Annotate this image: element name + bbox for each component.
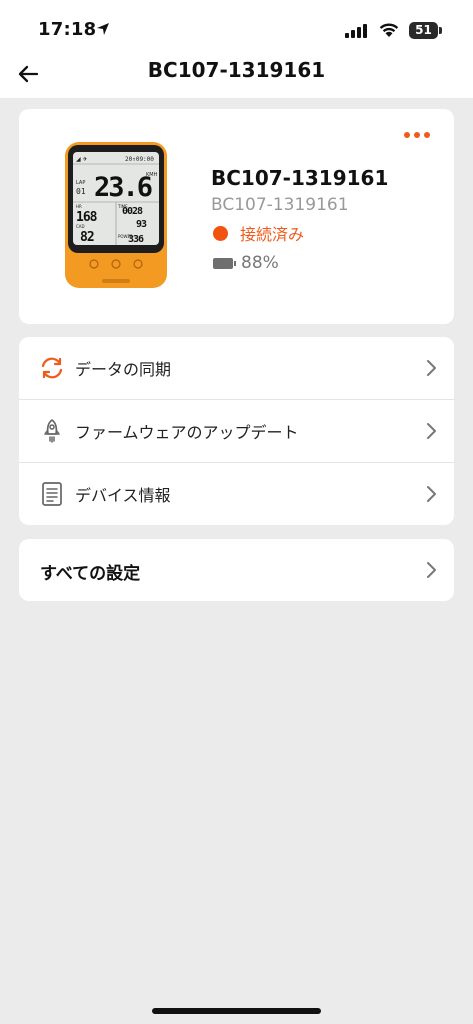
menu-item-device-info[interactable]: デバイス情報: [19, 463, 454, 525]
document-icon: [42, 482, 62, 506]
location-arrow-icon: [97, 23, 109, 35]
page-title: BC107-1319161: [147, 58, 326, 82]
all-settings-label: すべての設定: [40, 564, 141, 584]
cellular-signal-icon: [345, 24, 367, 38]
device-screen-speed-unit: KMH: [146, 172, 158, 178]
chevron-right-icon: [427, 562, 436, 578]
menu-item-label: デバイス情報: [75, 486, 171, 505]
device-screen-power: 336: [128, 234, 144, 245]
rocket-icon: [44, 419, 60, 443]
status-dot-icon: [213, 225, 228, 241]
device-battery-text: 88%: [241, 253, 279, 273]
device-screen-lap: 01: [76, 187, 86, 196]
chevron-right-icon: [427, 486, 436, 502]
device-screen-icons: ◢ ✈: [76, 156, 88, 163]
device-screen-hr: 168: [76, 210, 98, 225]
menu-card: データの同期 ファームウェアのアップデート デバイス情報: [19, 337, 454, 525]
chevron-right-icon: [427, 423, 436, 439]
sync-icon: [41, 357, 63, 379]
device-screen-time-top: 20↑09:00: [125, 156, 154, 163]
more-dot-3: [424, 132, 430, 138]
home-indicator[interactable]: [152, 1008, 321, 1014]
menu-item-firmware-update[interactable]: ファームウェアのアップデート: [19, 400, 454, 462]
nav-bar: BC107-1319161: [0, 58, 473, 98]
device-screen-cad: 82: [80, 230, 94, 245]
more-dot-2: [414, 132, 420, 138]
chevron-right-icon: [427, 360, 436, 376]
status-time: 17:18: [38, 19, 97, 40]
device-screen-lap-label: LAP: [76, 180, 85, 186]
device-card: ◢ ✈ 20↑09:00 LAP 01 23.6 KMH HR 168 CAD …: [19, 109, 454, 324]
battery-nub: [439, 27, 442, 34]
device-screen-cad-label: CAD: [76, 224, 85, 229]
device-screen-speed: 23.6: [94, 172, 152, 203]
battery-icon: 51: [409, 22, 438, 39]
status-text: 接続済み: [240, 225, 305, 244]
wifi-icon: [379, 23, 399, 37]
device-screen-distance: 93: [136, 219, 147, 230]
bike-computer-image: ◢ ✈ 20↑09:00 LAP 01 23.6 KMH HR 168 CAD …: [65, 142, 167, 288]
device-battery: 88%: [213, 253, 279, 273]
menu-item-label: ファームウェアのアップデート: [75, 423, 299, 442]
more-dots-icon: [404, 132, 410, 138]
device-screen-hr-label: HR: [76, 204, 82, 209]
more-button[interactable]: [404, 129, 434, 143]
device-name: BC107-1319161: [211, 166, 389, 190]
all-settings-button[interactable]: すべての設定: [19, 539, 454, 601]
menu-item-sync[interactable]: データの同期: [19, 337, 454, 399]
menu-item-label: データの同期: [75, 360, 172, 379]
device-id: BC107-1319161: [211, 195, 349, 215]
device-battery-icon: [213, 257, 236, 269]
device-screen-time: 0028: [122, 206, 143, 217]
status-bar: 17:18 51: [0, 0, 473, 58]
connection-status: 接続済み: [213, 223, 305, 244]
battery-level: 51: [415, 23, 432, 37]
